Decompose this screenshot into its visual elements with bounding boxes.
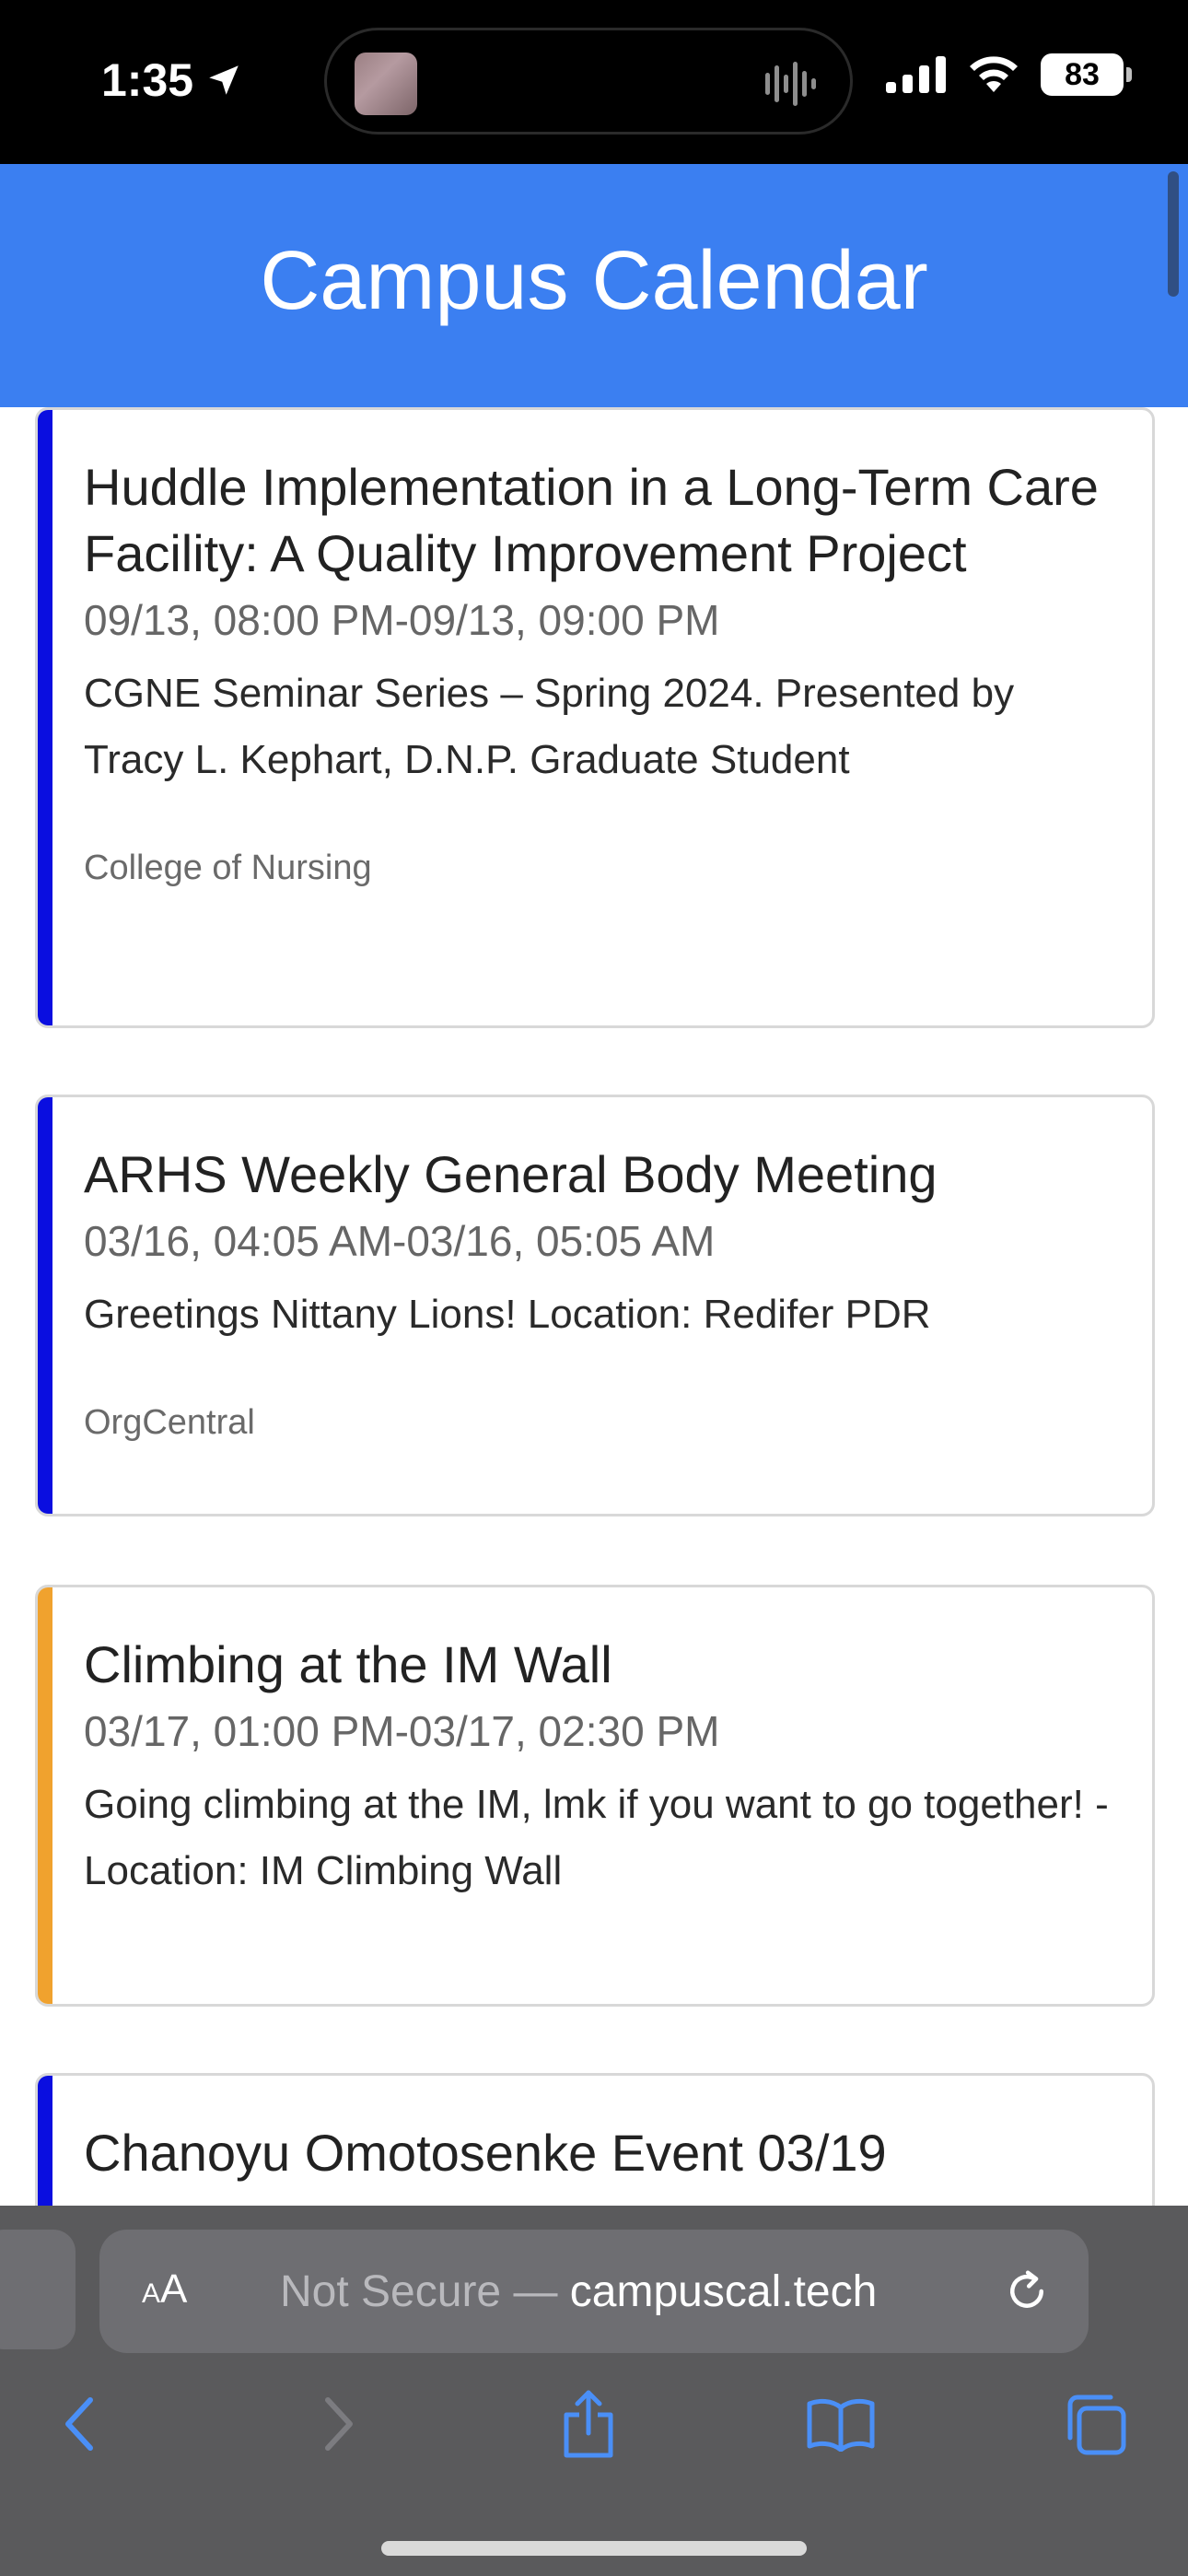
book-icon — [807, 2398, 875, 2452]
aa-large-label: A — [160, 2266, 188, 2312]
share-button[interactable] — [547, 2383, 630, 2465]
event-card[interactable]: Chanoyu Omotosenke Event 03/19 — [35, 2073, 1155, 2206]
event-accent-bar — [38, 1097, 52, 1514]
security-warning: Not Secure — — [280, 2267, 570, 2316]
wifi-icon — [970, 56, 1018, 92]
event-title: Climbing at the IM Wall — [84, 1635, 612, 1693]
event-accent-bar — [38, 410, 52, 1025]
chevron-left-icon — [65, 2397, 93, 2451]
now-playing-thumbnail — [355, 53, 417, 115]
app-header: Campus Calendar — [0, 164, 1188, 407]
event-card[interactable]: Climbing at the IM Wall 03/17, 01:00 PM-… — [35, 1585, 1155, 2007]
event-description: Going climbing at the IM, lmk if you wan… — [84, 1782, 1109, 1893]
home-indicator[interactable] — [381, 2541, 807, 2556]
aa-small-label: A — [142, 2278, 161, 2309]
audio-waveform-icon — [765, 62, 816, 106]
chevron-right-icon — [325, 2397, 353, 2451]
tabs-icon — [1067, 2395, 1126, 2455]
event-time: 09/13, 08:00 PM-09/13, 09:00 PM — [84, 596, 720, 644]
scrollbar[interactable] — [1168, 171, 1179, 297]
reader-settings-button[interactable]: AA — [142, 2266, 187, 2313]
event-list: Huddle Implementation in a Long-Term Car… — [0, 407, 1188, 2206]
cellular-signal-icon — [886, 56, 946, 93]
event-title: Chanoyu Omotosenke Event 03/19 — [84, 2124, 887, 2182]
event-card[interactable]: Huddle Implementation in a Long-Term Car… — [35, 407, 1155, 1028]
event-organization: College of Nursing — [84, 849, 372, 887]
address-text[interactable]: Not Secure — campuscal.tech — [280, 2266, 877, 2317]
browser-toolbar: AA Not Secure — campuscal.tech — [0, 2206, 1188, 2576]
event-time: 03/16, 04:05 AM-03/16, 05:05 AM — [84, 1217, 716, 1265]
event-time: 03/17, 01:00 PM-03/17, 02:30 PM — [84, 1707, 720, 1755]
status-time: 1:35 — [101, 54, 194, 106]
navigation-toolbar — [0, 2383, 1188, 2465]
event-organization: OrgCentral — [84, 1403, 255, 1442]
location-arrow-icon — [209, 65, 239, 95]
address-bar[interactable]: AA Not Secure — campuscal.tech — [99, 2230, 1089, 2353]
share-icon — [564, 2390, 613, 2458]
address-domain: campuscal.tech — [569, 2267, 878, 2316]
event-description: CGNE Seminar Series – Spring 2024. Prese… — [84, 671, 1015, 782]
forward-button[interactable] — [297, 2383, 379, 2465]
event-accent-bar — [38, 2076, 52, 2206]
tabs-button[interactable] — [1054, 2383, 1136, 2465]
status-indicators: 83 — [886, 53, 1132, 96]
status-bar: 1:35 83 — [0, 0, 1188, 164]
event-card[interactable]: ARHS Weekly General Body Meeting 03/16, … — [35, 1095, 1155, 1516]
reload-icon[interactable] — [1002, 2266, 1052, 2316]
event-accent-bar — [38, 1587, 52, 2004]
event-description: Greetings Nittany Lions! Location: Redif… — [84, 1292, 931, 1337]
event-title: Huddle Implementation in a Long-Term Car… — [84, 458, 1099, 582]
back-button[interactable] — [39, 2383, 122, 2465]
battery-level: 83 — [1065, 56, 1100, 92]
bookmarks-button[interactable] — [799, 2383, 882, 2465]
battery-indicator: 83 — [1041, 53, 1132, 96]
page-title: Campus Calendar — [260, 234, 928, 327]
previous-tab-preview[interactable] — [0, 2230, 76, 2349]
event-title: ARHS Weekly General Body Meeting — [84, 1145, 938, 1203]
dynamic-island[interactable] — [324, 28, 853, 135]
status-time-group: 1:35 — [101, 53, 243, 107]
